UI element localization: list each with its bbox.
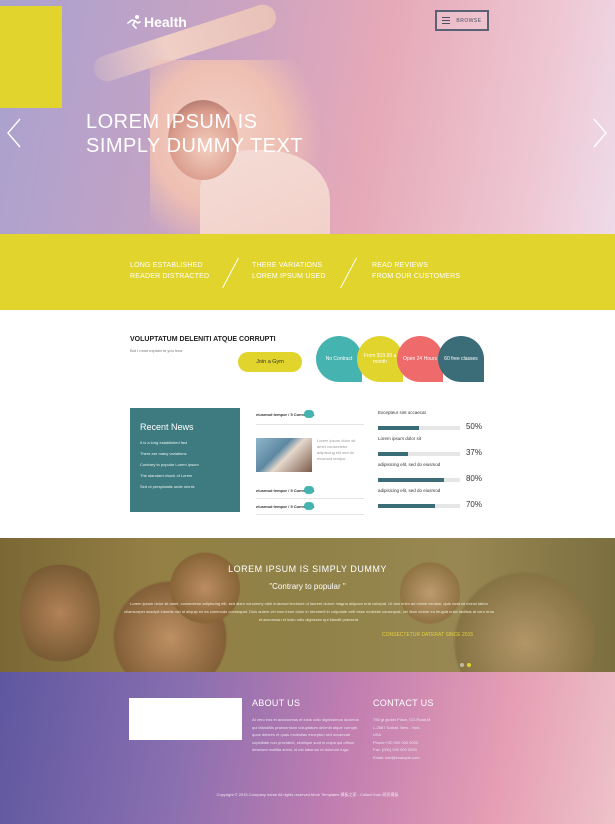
news-meta[interactable]: eiusmod tempor / 5 Comments xyxy=(256,502,315,510)
slider-next-arrow[interactable] xyxy=(592,118,608,148)
feature-item: THERE VARIATIONS LOREM IPSUM USED xyxy=(252,262,326,280)
chevron-left-icon xyxy=(7,118,21,148)
news-link[interactable]: Sed ut perspiciatis unde omnis xyxy=(140,484,230,490)
copyright: Copyright © 2015.Company name All rights… xyxy=(216,792,399,797)
progress-fill xyxy=(378,426,419,430)
divider xyxy=(256,424,364,425)
menu-icon xyxy=(442,17,451,24)
slider-prev-arrow[interactable] xyxy=(6,118,22,148)
progress-fill xyxy=(378,452,409,456)
recent-news-panel: Recent News It is a long established fac… xyxy=(130,408,240,512)
intro-subtitle: But I must explain to you how xyxy=(130,348,183,353)
stat-row: Lorem ipsum dolor sit 37% xyxy=(378,436,482,457)
contact-details: 756 gt globel Place, CD-Road,M L-2867 Ko… xyxy=(373,717,431,760)
news-meta[interactable]: eiusmod tempor / 5 Comments xyxy=(256,410,315,418)
slider-dots xyxy=(460,663,471,667)
feature-item: LONG ESTABLISHED READER DISTRACTED xyxy=(130,262,210,280)
hero-title-line-2: SIMPLY DUMMY TEXT xyxy=(86,135,304,157)
recent-news-title: Recent News xyxy=(140,422,194,432)
stat-row: adipisicing elit, sed do eiusmod 70% xyxy=(378,488,482,509)
browse-menu-button[interactable]: BROWSE xyxy=(435,10,489,31)
testimonial-title: LOREM IPSUM IS SIMPLY DUMMY xyxy=(228,564,387,574)
news-link[interactable]: Contrary to popular Lorem Ipsum xyxy=(140,462,230,468)
footer-logo-placeholder xyxy=(129,698,242,740)
divider xyxy=(222,257,239,289)
divider xyxy=(340,257,357,289)
hero-title: LOREM IPSUM IS SIMPLY DUMMY TEXT xyxy=(86,110,303,158)
testimonial-signature: CONSECTETUR DATERAT SINCE 2015 xyxy=(382,632,474,638)
stat-row: adipisicing elit, sed do eiusmod 80% xyxy=(378,462,482,483)
divider xyxy=(256,514,364,515)
intro-title: VOLUPTATUM DELENITI ATQUE CORRUPTI xyxy=(130,336,276,343)
logo-text: Health xyxy=(144,14,187,30)
progress-fill xyxy=(378,478,444,482)
slider-dot[interactable] xyxy=(460,663,464,667)
news-link[interactable]: There are many variations xyxy=(140,451,230,457)
feature-bubble: Open 24 Hours xyxy=(397,336,443,382)
news-meta[interactable]: eiusmod tempor / 5 Comments xyxy=(256,486,315,494)
site-logo[interactable]: Health xyxy=(126,14,187,30)
contact-title: CONTACT US xyxy=(373,698,434,708)
news-link[interactable]: It is a long established fact xyxy=(140,440,230,446)
news-link[interactable]: The standard chunk of Lorem xyxy=(140,473,230,479)
slider-dot-active[interactable] xyxy=(467,663,471,667)
stat-row: Excepteur sint occaecat 50% xyxy=(378,410,482,431)
features-band: LONG ESTABLISHED READER DISTRACTED THERE… xyxy=(0,234,615,310)
about-title: ABOUT US xyxy=(252,698,301,708)
browse-label: BROWSE xyxy=(456,17,482,24)
about-text: At vero eos et accusamus et iusto odio d… xyxy=(252,717,359,752)
runner-logo-icon xyxy=(127,15,141,29)
hero-title-line-1: LOREM IPSUM IS xyxy=(86,111,258,133)
join-gym-button[interactable]: Join a Gym xyxy=(238,352,302,372)
feature-item: READ REVIEWS FROM OUR CUSTOMERS xyxy=(372,262,461,280)
news-thumbnail[interactable] xyxy=(256,438,312,472)
feature-bubble: 60 free classes xyxy=(438,336,484,382)
feature-bubble: No Contract xyxy=(316,336,362,382)
divider xyxy=(256,498,364,499)
hero-accent-square xyxy=(0,6,62,108)
news-snippet: Lorem ipsum dolor sit amet consectetur a… xyxy=(317,438,356,461)
chevron-right-icon xyxy=(593,118,607,148)
testimonial-body: Lorem ipsum dolor sit amet, consectetur … xyxy=(124,601,494,622)
progress-fill xyxy=(378,504,436,508)
testimonial-quote: "Contrary to popular " xyxy=(269,582,346,591)
